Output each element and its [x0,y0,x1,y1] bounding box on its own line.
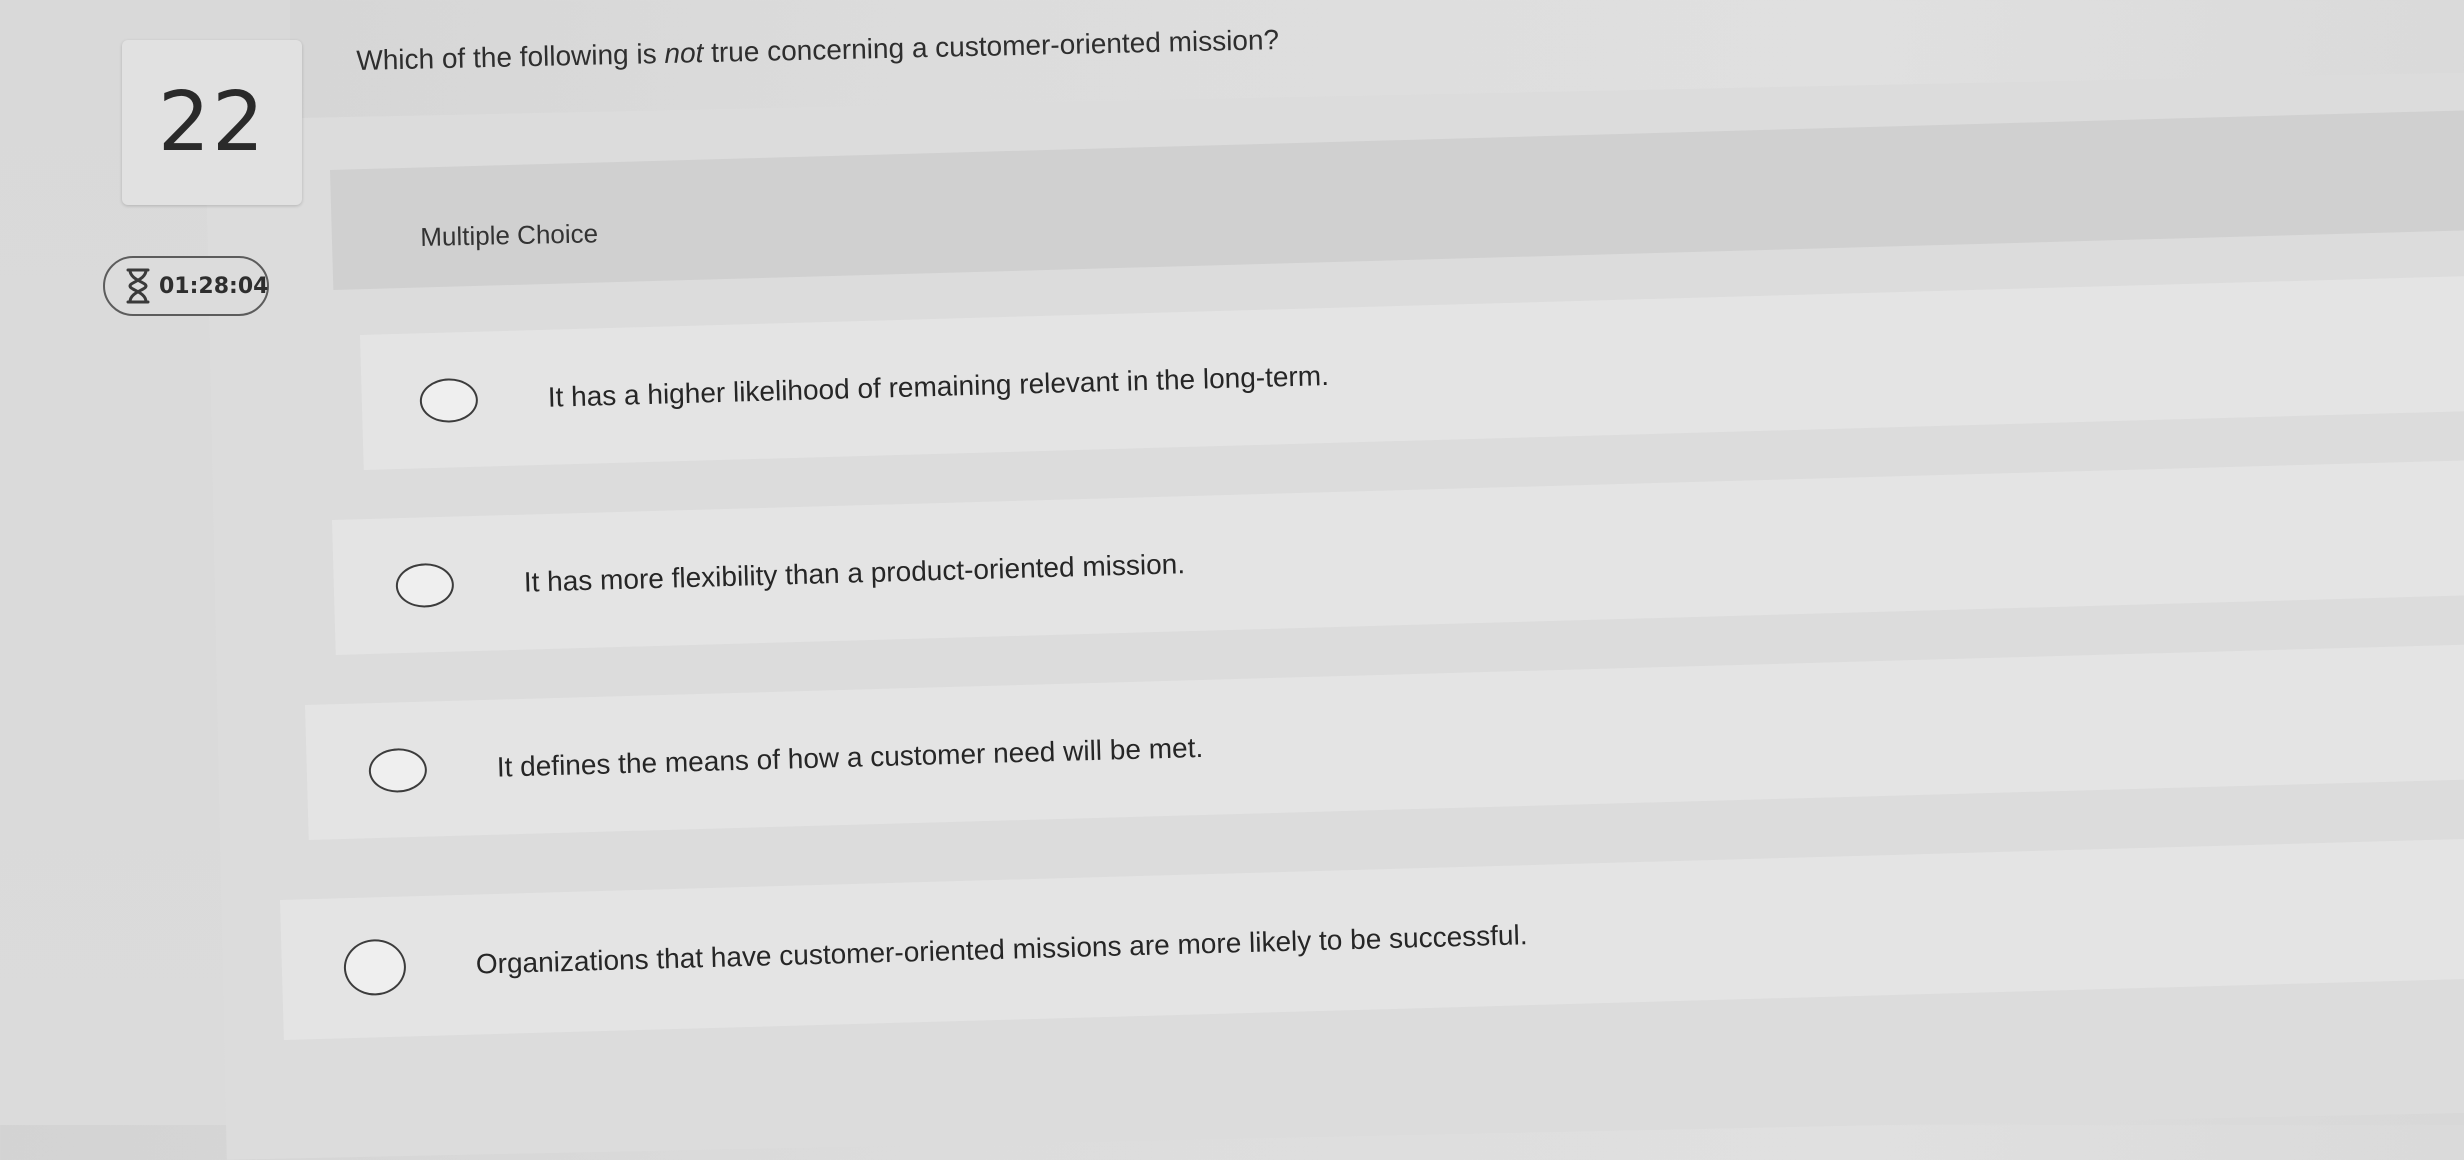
question-text-after: true concerning a customer-oriented miss… [702,24,1280,69]
answer-option-label[interactable]: It has a higher likelihood of remaining … [547,359,1329,413]
answer-type-label: Multiple Choice [420,218,599,252]
answer-option-label[interactable]: Organizations that have customer-oriente… [475,919,1528,980]
radio-button[interactable] [419,377,479,423]
hourglass-icon [125,266,151,306]
answer-option-label[interactable]: It has more flexibility than a product-o… [523,548,1185,598]
radio-button[interactable] [395,562,455,608]
question-number: 22 [157,75,267,170]
timer-badge: 01:28:04 [103,256,269,316]
timer-value: 01:28:04 [159,273,269,299]
question-text-before: Which of the following is [356,38,665,76]
radio-button[interactable] [343,938,407,997]
question-number-box: 22 [122,40,302,205]
question-text-emphasis: not [664,37,704,70]
radio-button[interactable] [368,747,428,793]
question-text: Which of the following is not true conce… [356,24,1279,77]
answer-option-label[interactable]: It defines the means of how a customer n… [496,731,1203,783]
